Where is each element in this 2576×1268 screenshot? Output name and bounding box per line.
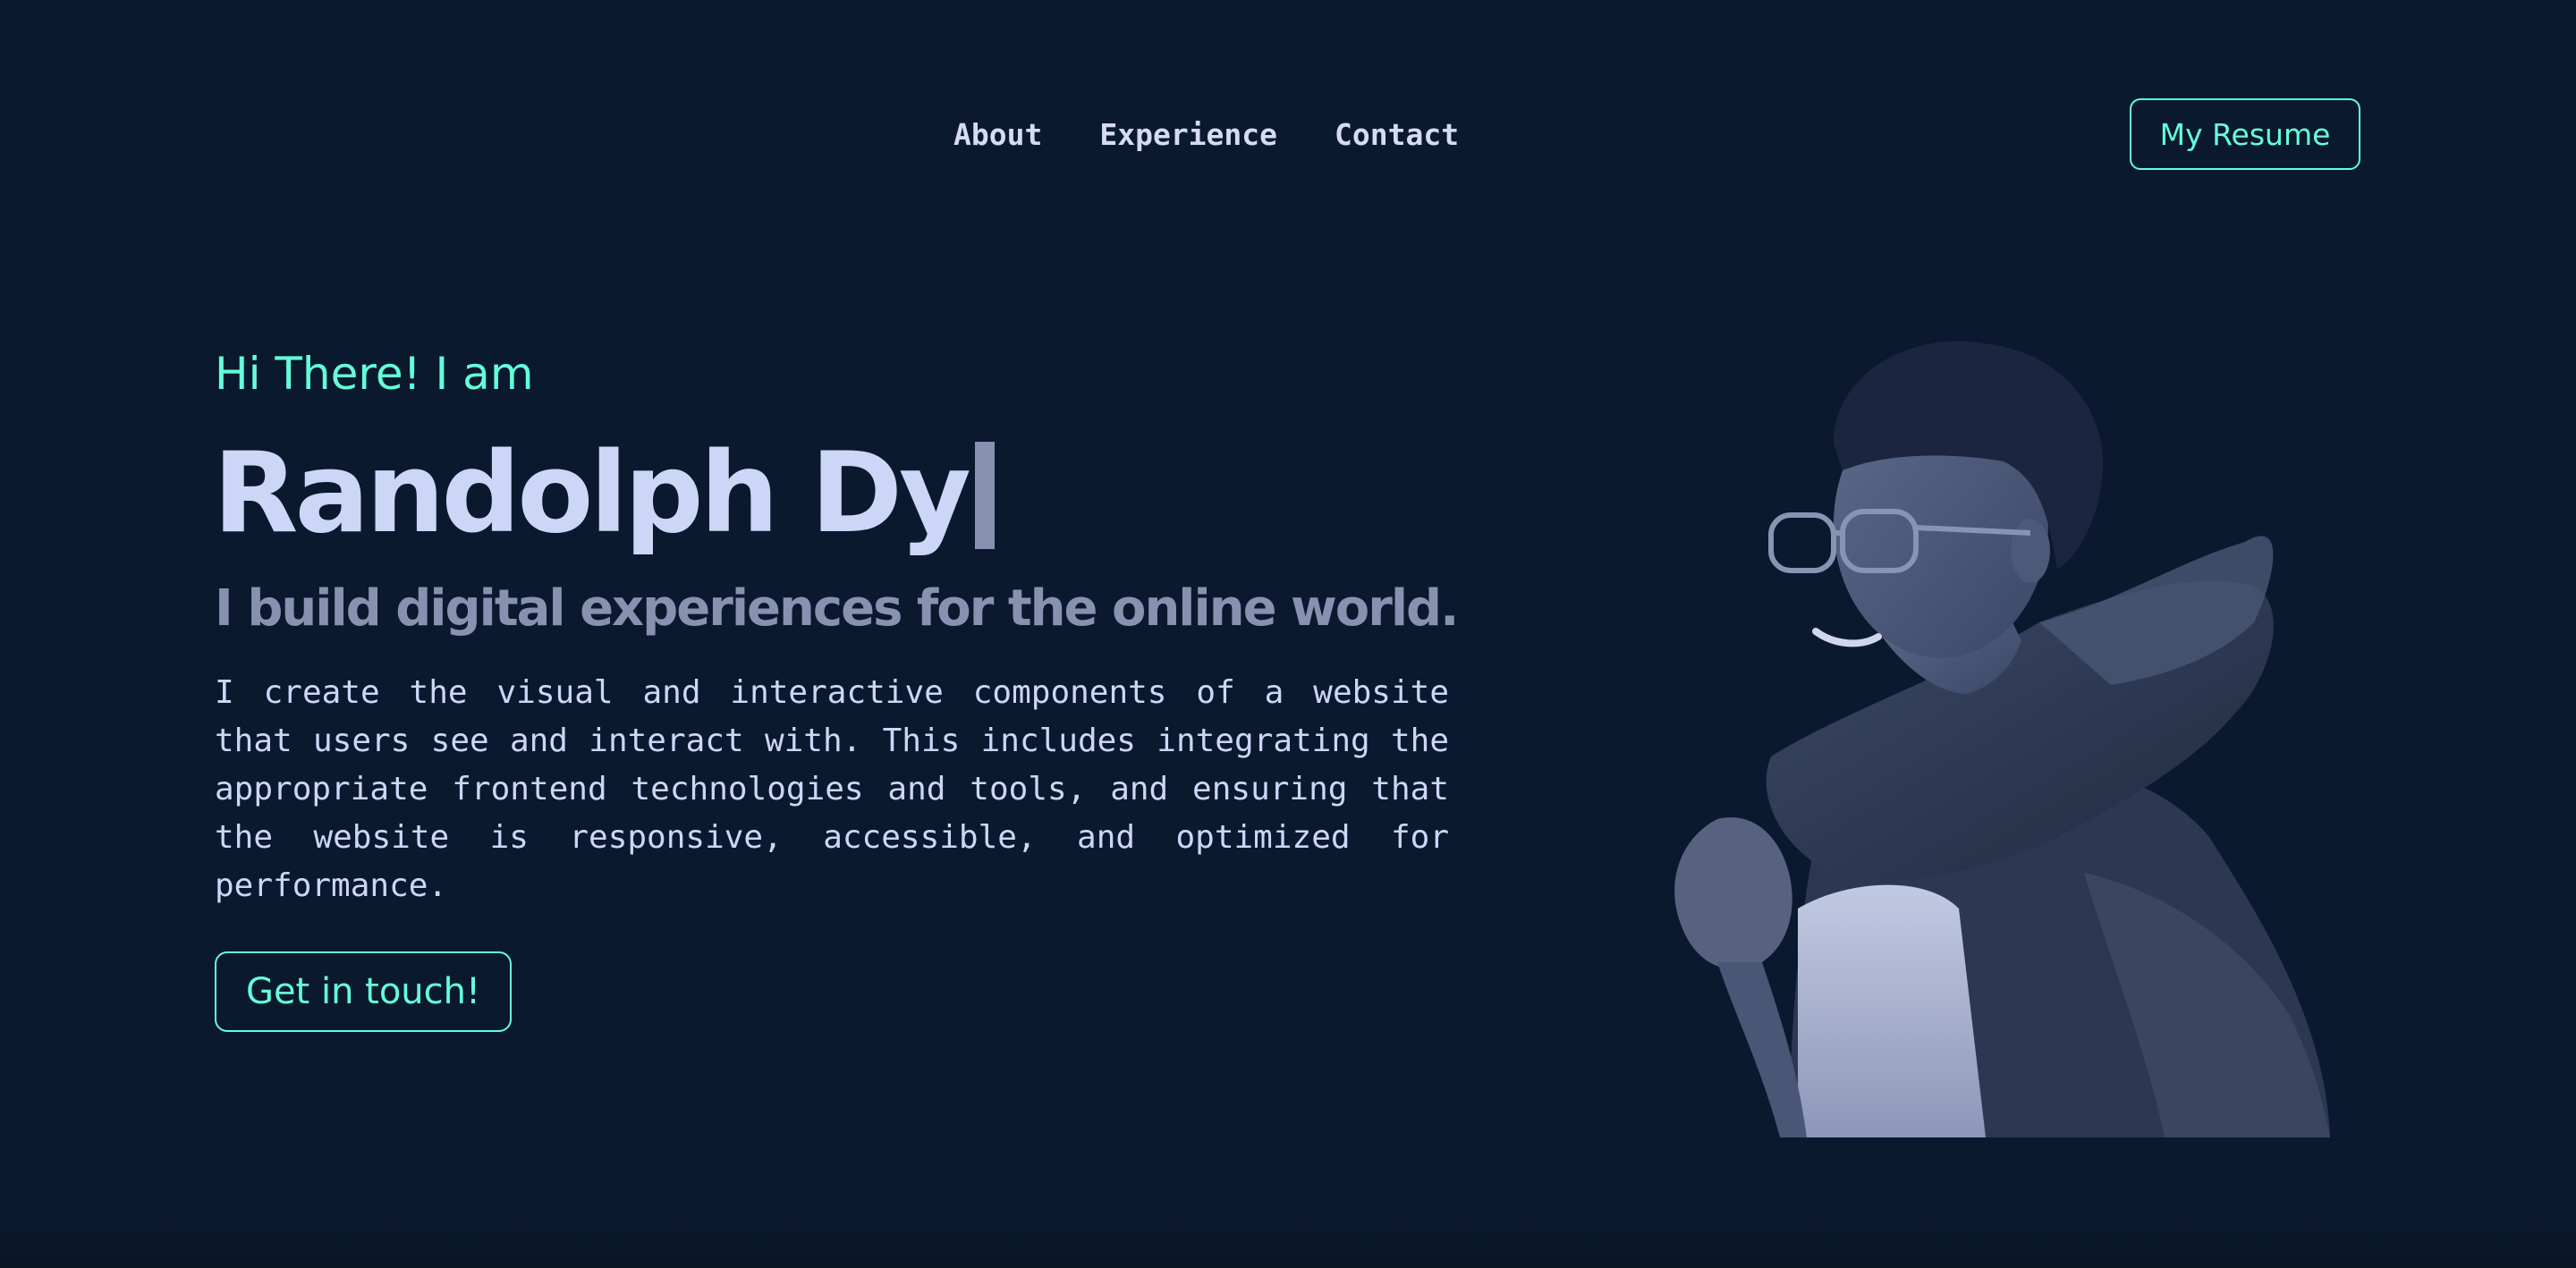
bottom-fade (0, 1216, 2576, 1268)
hero-description: I create the visual and interactive comp… (215, 674, 1449, 904)
hero-name: Randolph Dy (213, 429, 971, 558)
nav-link-about[interactable]: About (953, 114, 1042, 156)
portrait-image (1674, 341, 2330, 1137)
hero-greeting: Hi There! I am (215, 348, 534, 400)
get-in-touch-button[interactable]: Get in touch! (215, 951, 512, 1032)
hero-name-row: Randolph Dy (213, 431, 995, 556)
portrait-hand (1674, 817, 1792, 969)
typing-cursor (974, 442, 995, 549)
resume-button[interactable]: My Resume (2130, 98, 2360, 170)
main-nav: About Experience Contact (953, 114, 1459, 156)
hero-tagline: I build digital experiences for the onli… (215, 579, 1459, 638)
nav-link-contact[interactable]: Contact (1335, 114, 1459, 156)
nav-link-experience[interactable]: Experience (1099, 114, 1277, 156)
portrait-shirt (1798, 884, 1986, 1137)
